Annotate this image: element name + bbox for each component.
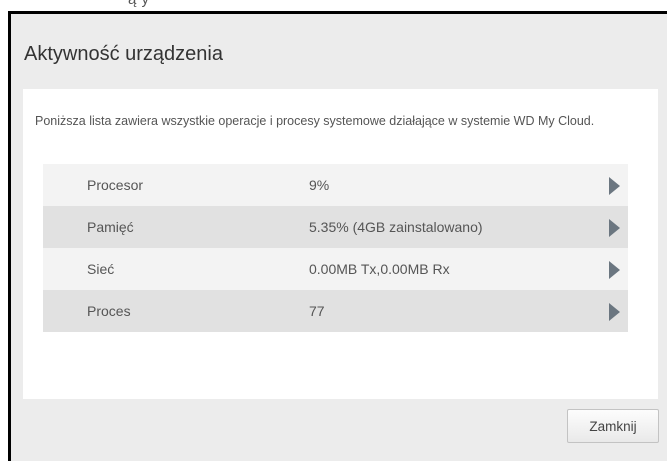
activity-row-value: 77 <box>309 303 325 319</box>
close-button[interactable]: Zamknij <box>567 409 659 443</box>
activity-row-network[interactable]: Sieć 0.00MB Tx,0.00MB Rx <box>43 248 628 290</box>
activity-row-label: Pamięć <box>87 219 134 235</box>
background-partial-text: ą y <box>128 0 150 8</box>
activity-row-cpu[interactable]: Procesor 9% <box>43 164 628 206</box>
activity-row-value: 5.35% (4GB zainstalowano) <box>309 219 483 235</box>
chevron-right-icon[interactable] <box>609 177 620 195</box>
activity-row-label: Proces <box>87 303 131 319</box>
chevron-right-icon[interactable] <box>609 261 620 279</box>
device-activity-dialog: Aktywność urządzenia Poniższa lista zawi… <box>8 11 667 461</box>
activity-row-value: 0.00MB Tx,0.00MB Rx <box>309 261 450 277</box>
dialog-title: Aktywność urządzenia <box>24 43 223 65</box>
activity-row-process[interactable]: Proces 77 <box>43 290 628 332</box>
dialog-description: Poniższa lista zawiera wszystkie operacj… <box>35 114 595 128</box>
activity-row-label: Procesor <box>87 177 144 193</box>
activity-row-memory[interactable]: Pamięć 5.35% (4GB zainstalowano) <box>43 206 628 248</box>
activity-row-value: 9% <box>309 177 330 193</box>
chevron-right-icon[interactable] <box>609 303 620 321</box>
background-page-strip: ą y <box>0 0 667 8</box>
chevron-right-icon[interactable] <box>609 219 620 237</box>
activity-list: Procesor 9% Pamięć 5.35% (4GB zainstalow… <box>43 164 628 332</box>
activity-panel: Poniższa lista zawiera wszystkie operacj… <box>23 89 658 399</box>
activity-row-label: Sieć <box>87 261 115 277</box>
